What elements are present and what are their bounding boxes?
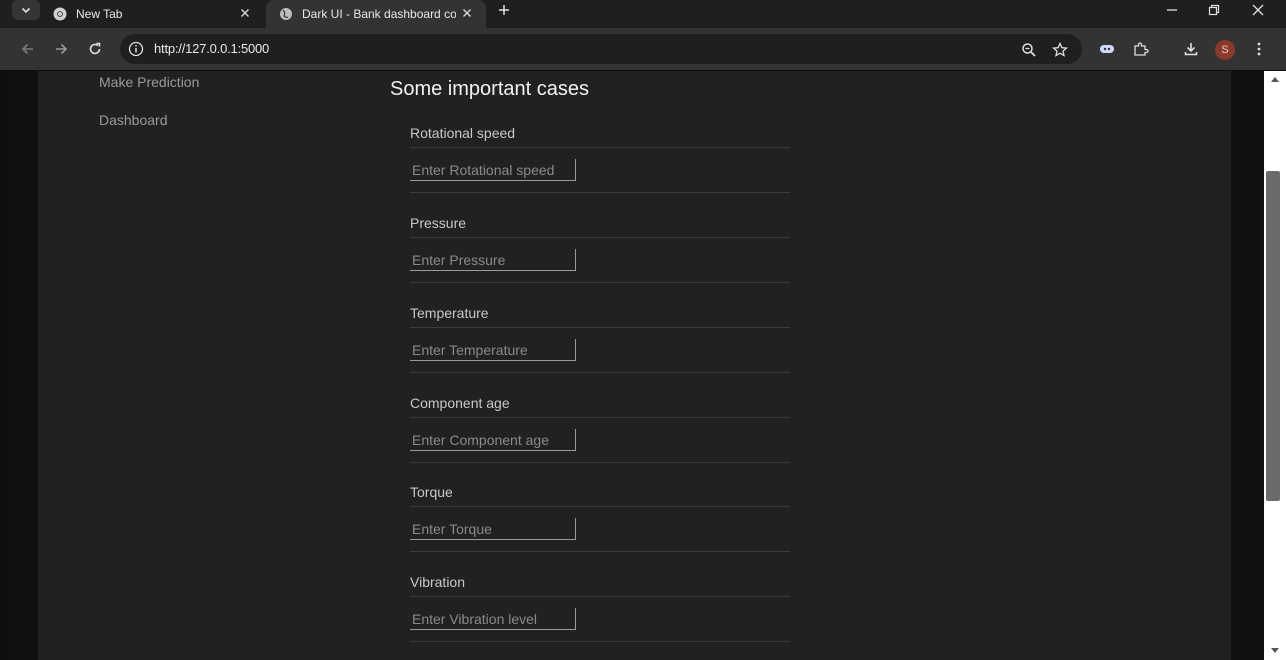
divider <box>410 147 790 148</box>
divider <box>410 327 790 328</box>
arrow-left-icon <box>21 43 33 55</box>
extensions-puzzle-icon[interactable] <box>1130 38 1152 60</box>
restore-button[interactable] <box>1200 0 1228 20</box>
close-icon <box>1252 4 1264 16</box>
forward-button[interactable] <box>50 38 72 60</box>
restore-icon <box>1208 4 1220 16</box>
divider <box>410 237 790 238</box>
torque-input[interactable] <box>410 518 576 540</box>
close-tab-icon[interactable] <box>236 4 254 22</box>
back-button[interactable] <box>17 38 39 60</box>
page-viewport: Make Prediction Dashboard Some important… <box>8 71 1264 660</box>
address-bar[interactable]: http://127.0.0.1:5000 <box>120 34 1082 64</box>
page-scrollbar[interactable] <box>1264 71 1286 660</box>
close-window-button[interactable] <box>1244 0 1272 20</box>
browser-toolbar: http://127.0.0.1:5000 S <box>0 28 1286 70</box>
tab-search-button[interactable] <box>12 0 40 20</box>
plus-icon <box>499 5 509 15</box>
divider <box>410 596 790 597</box>
pressure-input[interactable] <box>410 249 576 271</box>
tab-title: Dark UI - Bank dashboard con <box>302 7 456 21</box>
temperature-input[interactable] <box>410 339 576 361</box>
divider <box>410 641 790 642</box>
field-label: Vibration <box>410 574 466 590</box>
rotational-speed-input[interactable] <box>410 159 576 181</box>
new-tab-button[interactable] <box>494 0 514 20</box>
field-label: Torque <box>410 484 453 500</box>
divider <box>410 372 790 373</box>
profile-avatar[interactable]: S <box>1215 40 1235 60</box>
minimize-button[interactable] <box>1158 0 1186 20</box>
dashboard-card: Make Prediction Dashboard Some important… <box>38 71 1231 660</box>
extension-game-icon[interactable] <box>1096 38 1118 60</box>
divider <box>410 417 790 418</box>
url-text[interactable]: http://127.0.0.1:5000 <box>154 41 269 56</box>
browser-window: New Tab Dark UI - Bank dashboard con htt… <box>0 0 1286 660</box>
scroll-up-arrow-icon[interactable] <box>1268 73 1282 85</box>
field-label: Rotational speed <box>410 125 516 141</box>
divider <box>410 192 790 193</box>
chrome-icon <box>52 6 68 22</box>
reload-button[interactable] <box>84 38 106 60</box>
scrollbar-thumb[interactable] <box>1266 171 1280 501</box>
component-age-input[interactable] <box>410 429 576 451</box>
bookmark-star-icon[interactable] <box>1051 41 1069 59</box>
scroll-down-arrow-icon[interactable] <box>1268 645 1282 657</box>
tab-strip: New Tab Dark UI - Bank dashboard con <box>0 0 1286 28</box>
chevron-down-icon <box>21 7 31 14</box>
site-info-icon[interactable] <box>128 41 144 57</box>
sidebar-item-dashboard[interactable]: Dashboard <box>99 112 168 128</box>
reload-icon <box>89 42 101 55</box>
field-label: Temperature <box>410 305 489 321</box>
sidebar-item-make-prediction[interactable]: Make Prediction <box>99 74 199 90</box>
page-title: Some important cases <box>390 78 589 100</box>
globe-icon <box>278 6 294 22</box>
divider <box>410 551 790 552</box>
divider <box>410 506 790 507</box>
close-tab-icon[interactable] <box>458 4 476 22</box>
divider <box>410 282 790 283</box>
tab-new-tab[interactable]: New Tab <box>40 0 264 28</box>
tab-title: New Tab <box>76 7 123 21</box>
divider <box>410 462 790 463</box>
minimize-icon <box>1167 9 1177 11</box>
download-icon[interactable] <box>1180 38 1202 60</box>
vibration-input[interactable] <box>410 608 576 630</box>
field-label: Pressure <box>410 215 467 231</box>
menu-kebab-icon[interactable] <box>1248 38 1270 60</box>
zoom-icon[interactable] <box>1020 41 1038 59</box>
field-label: Component age <box>410 395 510 411</box>
tab-dark-ui[interactable]: Dark UI - Bank dashboard con <box>266 0 486 28</box>
arrow-right-icon <box>56 43 68 55</box>
